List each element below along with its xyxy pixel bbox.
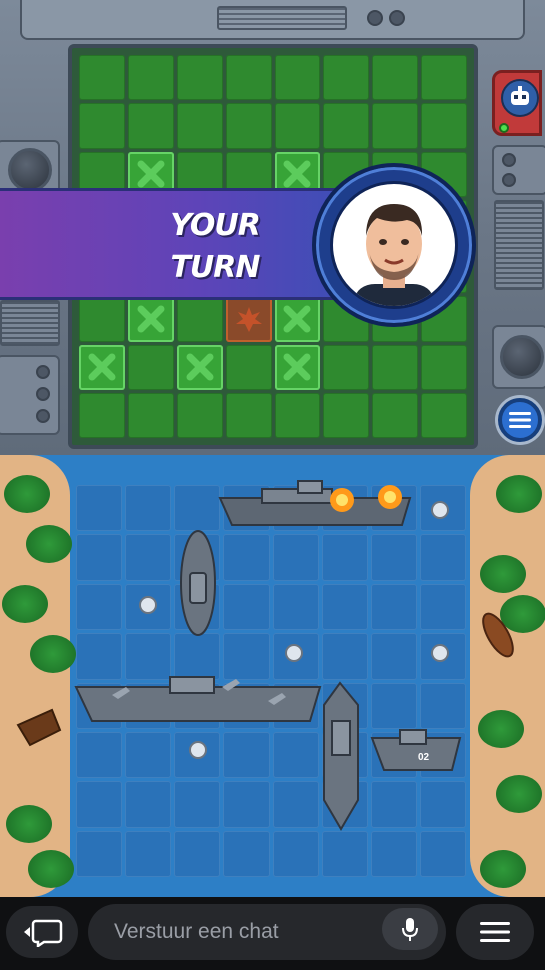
microphone-button[interactable] — [382, 908, 438, 950]
screw-icon — [502, 153, 516, 167]
radar-cell-empty[interactable] — [421, 55, 467, 101]
player-avatar-frame — [312, 163, 476, 327]
radar-cell-empty[interactable] — [421, 392, 467, 438]
left-panel-block — [0, 355, 60, 435]
right-panel-block — [492, 145, 545, 195]
submarine — [180, 530, 216, 636]
turn-text-line2: TURN — [170, 250, 260, 285]
screw-icon — [36, 409, 50, 423]
radar-cell-empty[interactable] — [421, 344, 467, 390]
aircraft-carrier — [74, 676, 322, 722]
radar-cell-empty[interactable] — [127, 55, 174, 101]
chat-input-placeholder: Verstuur een chat — [114, 920, 279, 943]
game-menu-button[interactable] — [498, 398, 542, 442]
radar-cell-empty[interactable] — [176, 392, 223, 438]
rowboat-icon — [482, 612, 514, 658]
radar-cell-empty[interactable] — [323, 103, 370, 149]
radar-cell-empty[interactable] — [127, 392, 174, 438]
right-grille — [494, 200, 544, 290]
chat-back-button[interactable] — [6, 906, 78, 958]
fleet-overlay: 02 — [16, 480, 514, 831]
patrol-boat: 02 — [370, 729, 462, 771]
radar-cell-empty[interactable] — [274, 392, 321, 438]
knob-icon — [367, 10, 383, 26]
radar-cell-empty[interactable] — [323, 55, 370, 101]
radar-cell-empty[interactable] — [274, 55, 321, 101]
chat-back-icon — [24, 919, 63, 947]
radar-cell-empty[interactable] — [421, 103, 467, 149]
screw-icon — [36, 387, 50, 401]
knob-icon — [389, 10, 405, 26]
x-mark-icon — [275, 296, 321, 341]
top-metal-bar — [20, 0, 525, 40]
chat-menu-button[interactable] — [456, 904, 534, 960]
radar-cell-empty[interactable] — [79, 392, 125, 438]
radar-cell-empty[interactable] — [225, 55, 272, 101]
turn-text-line1: YOUR — [170, 208, 261, 243]
screw-icon — [36, 365, 50, 379]
radar-cell-empty[interactable] — [79, 103, 125, 149]
right-panel-block — [492, 325, 545, 389]
radar-cell-empty[interactable] — [372, 392, 419, 438]
radar-cell-empty[interactable] — [176, 296, 223, 342]
top-vent — [217, 6, 347, 30]
radar-cell-empty[interactable] — [323, 344, 370, 390]
radar-cell-empty[interactable] — [176, 103, 223, 149]
x-mark-icon — [177, 345, 223, 390]
fleet-board: 02 — [0, 455, 545, 897]
turn-banner: YOUR TURN — [0, 188, 360, 300]
radar-cell-miss[interactable] — [274, 296, 321, 342]
radar-cell-miss[interactable] — [79, 344, 125, 390]
patrol-boat-number: 02 — [418, 752, 430, 763]
radar-cell-hit[interactable] — [225, 296, 272, 342]
chat-bar: Verstuur een chat — [0, 897, 545, 970]
radar-cell-empty[interactable] — [225, 392, 272, 438]
radar-cell-miss[interactable] — [274, 344, 321, 390]
radar-cell-miss[interactable] — [176, 344, 223, 390]
opponent-badge[interactable] — [492, 70, 542, 136]
x-mark-icon — [128, 296, 174, 341]
microphone-icon — [402, 918, 418, 941]
avatar-face-icon — [355, 204, 433, 306]
turn-text: YOUR TURN — [150, 205, 280, 289]
radar-cell-empty[interactable] — [372, 55, 419, 101]
radar-cell-empty[interactable] — [79, 296, 125, 342]
radar-cell-empty[interactable] — [372, 103, 419, 149]
radar-cell-empty[interactable] — [274, 103, 321, 149]
robot-icon — [511, 86, 529, 105]
screw-icon — [502, 173, 516, 187]
x-mark-icon — [79, 345, 125, 390]
radar-cell-empty[interactable] — [323, 392, 370, 438]
radar-cell-miss[interactable] — [127, 296, 174, 342]
radar-cell-empty[interactable] — [225, 103, 272, 149]
opponent-avatar — [501, 79, 539, 117]
x-mark-icon — [275, 345, 321, 390]
menu-icon — [480, 922, 510, 942]
destroyer — [323, 681, 359, 831]
menu-icon — [509, 412, 531, 428]
online-indicator — [499, 123, 509, 133]
shipwreck-icon — [16, 708, 62, 747]
radar-cell-empty[interactable] — [225, 344, 272, 390]
radar-cell-empty[interactable] — [372, 344, 419, 390]
radar-cell-empty[interactable] — [79, 55, 125, 101]
left-grille — [0, 300, 60, 346]
radar-cell-empty[interactable] — [176, 55, 223, 101]
dial-icon — [500, 335, 544, 379]
dial-icon — [8, 148, 52, 192]
fire-icon — [226, 296, 272, 341]
radar-cell-empty[interactable] — [127, 344, 174, 390]
radar-cell-empty[interactable] — [127, 103, 174, 149]
player-avatar — [330, 181, 458, 309]
